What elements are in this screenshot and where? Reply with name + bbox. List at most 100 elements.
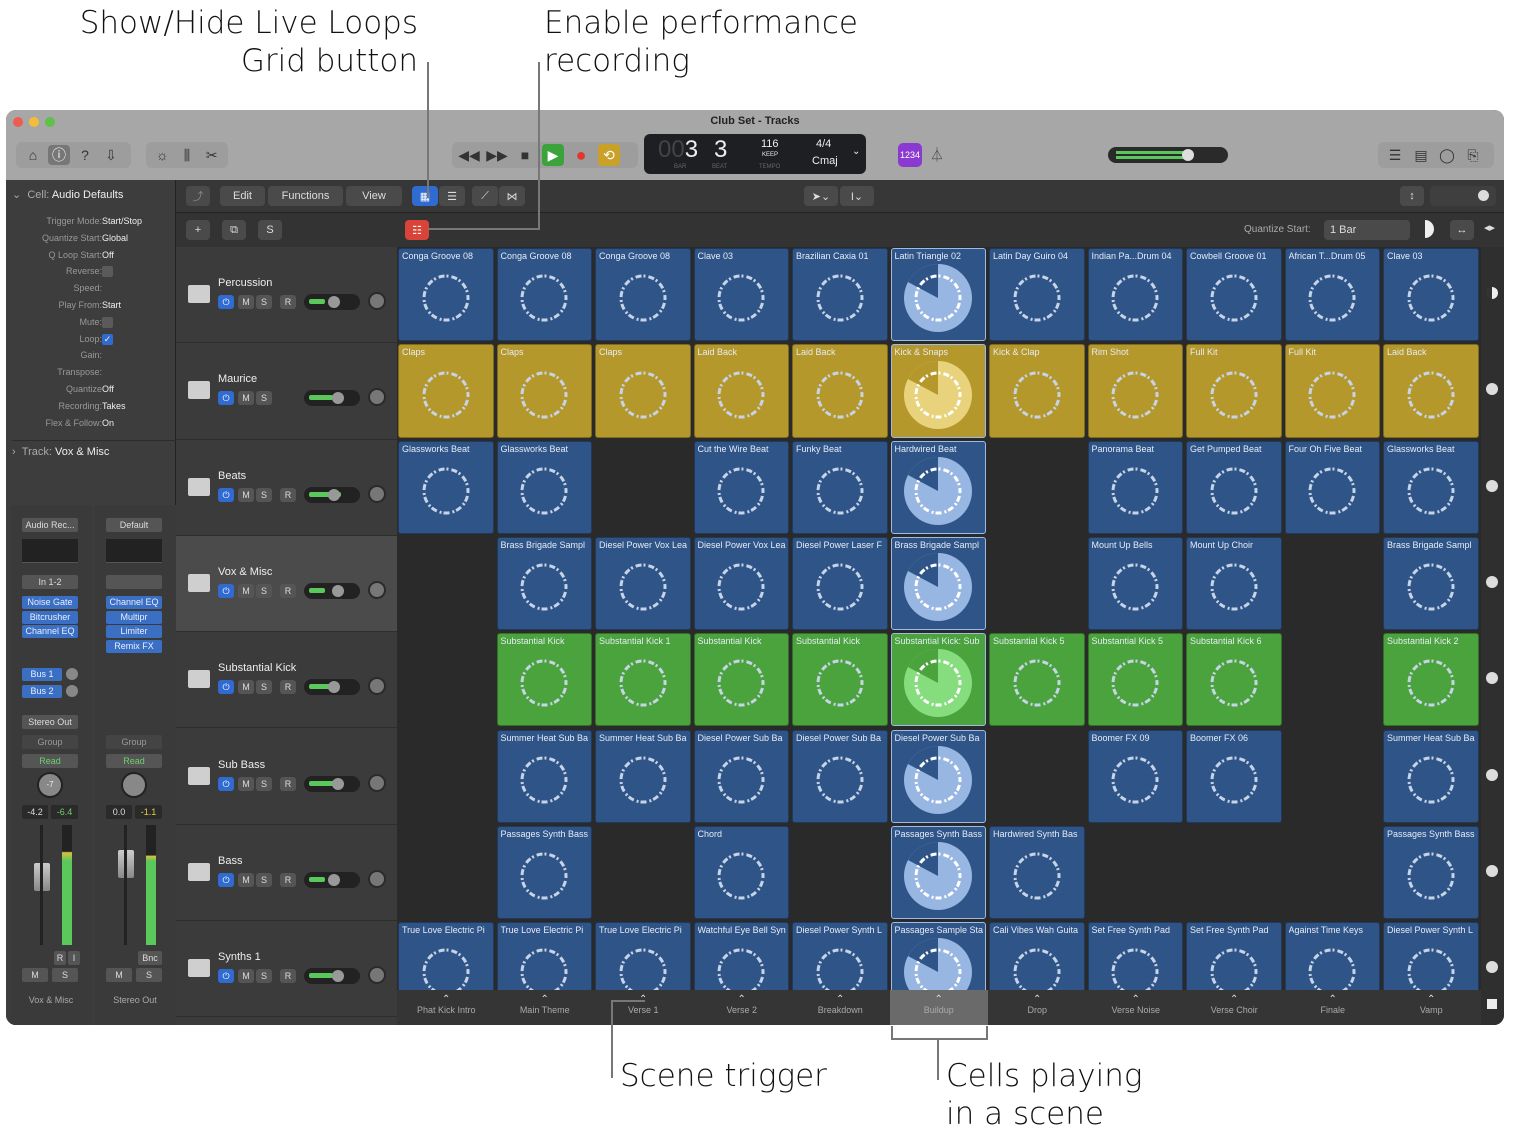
automation-mode[interactable]: Read [106,754,162,768]
scene-trigger[interactable]: ⌃ Drop [988,990,1087,1025]
loop-cell[interactable]: Glassworks Beat [496,440,592,534]
volume-slider[interactable] [304,775,360,792]
output-slot[interactable]: Stereo Out [22,715,78,729]
scene-trigger-icon[interactable]: ⌃ [1382,994,1481,1005]
group-slot[interactable]: Group [106,735,162,749]
record-button[interactable]: R [280,583,296,598]
power-icon[interactable]: ⏻ [218,680,234,695]
add-track-button[interactable]: + [186,220,210,240]
loop-cell[interactable]: Cowbell Groove 01 [1186,248,1282,342]
automation-mode[interactable]: Read [22,754,78,768]
scene-trigger[interactable]: ⌃ Breakdown [791,990,890,1025]
solo-button[interactable]: S [256,487,272,502]
loop-cell[interactable]: Summer Heat Sub Ba [1383,729,1479,823]
plugin-slot[interactable]: Noise Gate [22,596,78,609]
plugin-slot[interactable]: Multipr [106,610,162,624]
loop-cell[interactable]: Hardwired Beat [890,440,986,534]
track-stop-icon[interactable] [1486,672,1498,685]
scene-trigger-icon[interactable]: ⌃ [1284,994,1383,1005]
loop-cell[interactable]: Passages Synth Bass [496,825,592,920]
pan-knob[interactable] [368,580,386,599]
flex-icon[interactable]: ⋈ [499,186,525,206]
record-button[interactable]: ● [570,145,592,166]
master-volume-slider[interactable] [1108,147,1228,163]
scene-trigger[interactable]: ⌃ Phat Kick Intro [397,990,496,1025]
loop-cell[interactable]: Brass Brigade Sampl [1383,536,1479,631]
track-header[interactable]: Vox & Misc ⏻ M S R [176,535,397,633]
scene-trigger-icon[interactable]: ⌃ [988,994,1087,1005]
loop-cell[interactable]: Boomer FX 06 [1186,729,1282,823]
power-icon[interactable]: ⏻ [218,969,234,984]
inspector-row[interactable]: Play From: Start [6,300,176,316]
scene-trigger[interactable]: ⌃ Verse Choir [1185,990,1284,1025]
loop-cell[interactable]: Diesel Power Sub Ba [792,729,888,823]
pan-knob[interactable] [121,772,147,798]
plugin-slot[interactable]: Channel EQ [106,596,162,609]
stop-all-icon[interactable] [1487,999,1497,1009]
loop-cell[interactable]: Diesel Power Vox Lea [595,536,691,631]
volume-slider[interactable] [304,968,360,985]
track-name[interactable]: Synths 1 [218,951,261,963]
loop-cell[interactable]: Conga Groove 08 [496,248,592,342]
power-icon[interactable]: ⏻ [218,487,234,502]
solo-button[interactable]: S [52,968,78,982]
pan-knob[interactable] [368,677,386,696]
scene-trigger[interactable]: ⌃ Vamp [1382,990,1481,1025]
volume-slider[interactable] [304,390,360,407]
stop-icon[interactable]: ■ [514,147,536,163]
key-signature[interactable]: Cmaj [812,155,838,167]
scene-trigger-icon[interactable]: ⌃ [397,994,496,1005]
zoom-slider[interactable] [1430,186,1496,206]
loop-cell[interactable]: Mount Up Bells [1087,536,1183,631]
notepad-icon[interactable]: ▤ [1410,147,1432,164]
mute-button[interactable]: M [238,680,254,695]
loop-cell[interactable]: Brazilian Caxia 01 [792,248,888,342]
loop-cell[interactable]: Full Kit [1186,344,1282,438]
loop-cell[interactable]: Clave 03 [1383,248,1479,342]
pan-knob[interactable] [368,869,386,888]
inspector-row[interactable]: Recording: Takes [6,401,176,417]
track-name[interactable]: Percussion [218,277,272,289]
track-stop-icon[interactable] [1486,768,1498,781]
time-signature[interactable]: 4/4 [816,138,831,150]
record-button[interactable]: R [280,680,296,695]
inspector-row-value[interactable]: Takes [102,401,126,411]
loop-cell[interactable]: Passages Synth Bass [890,825,986,920]
inspector-row-value[interactable] [102,266,113,278]
volume-slider[interactable] [304,679,360,696]
mute-button[interactable]: M [238,295,254,309]
loop-cell[interactable]: Summer Heat Sub Ba [496,729,592,823]
input-monitor-button[interactable]: I [68,951,80,965]
solo-button[interactable]: S [256,295,272,309]
mute-button[interactable]: M [22,968,48,982]
send-knob[interactable] [66,685,78,697]
mixer-icon[interactable]: ⫼ [177,147,198,164]
loop-cell[interactable]: Get Pumped Beat [1186,440,1282,534]
loop-cell[interactable]: African T...Drum 05 [1284,248,1380,342]
download-icon[interactable]: ⇩ [100,147,122,164]
plugin-slot[interactable]: Remix FX [106,639,162,653]
inspector-row[interactable]: Transpose: [6,367,176,383]
track-stop-icon[interactable] [1486,383,1498,396]
loop-cell[interactable]: Substantial Kick 5 [989,633,1085,727]
solo-button[interactable]: S [256,872,272,887]
loop-cell[interactable]: Rim Shot [1087,344,1183,438]
inspector-row[interactable]: Quantize Off [6,384,176,400]
track-name[interactable]: Beats [218,470,246,482]
cell-inspector-header[interactable]: ⌄ Cell: Audio Defaults [12,188,123,201]
loop-cell[interactable]: Laid Back [693,344,789,438]
mute-button[interactable]: M [238,776,254,791]
record-enable-button[interactable]: R [54,951,66,965]
inspector-row-value[interactable] [102,316,113,328]
fast-forward-icon[interactable]: ▶▶ [486,147,508,164]
loop-cell[interactable]: Substantial Kick [496,633,592,727]
inspector-row-value[interactable]: On [102,418,114,428]
loop-cell[interactable]: Conga Groove 08 [595,248,691,342]
automation-icon[interactable]: ⟋ [472,186,498,206]
power-icon[interactable]: ⏻ [218,295,234,309]
mute-button[interactable]: M [238,391,254,406]
loop-browser-icon[interactable]: ◯ [1436,147,1458,164]
inspector-row-value[interactable]: Off [102,384,114,394]
volume-slider[interactable] [304,294,360,310]
loop-cell[interactable]: Laid Back [1383,344,1479,438]
